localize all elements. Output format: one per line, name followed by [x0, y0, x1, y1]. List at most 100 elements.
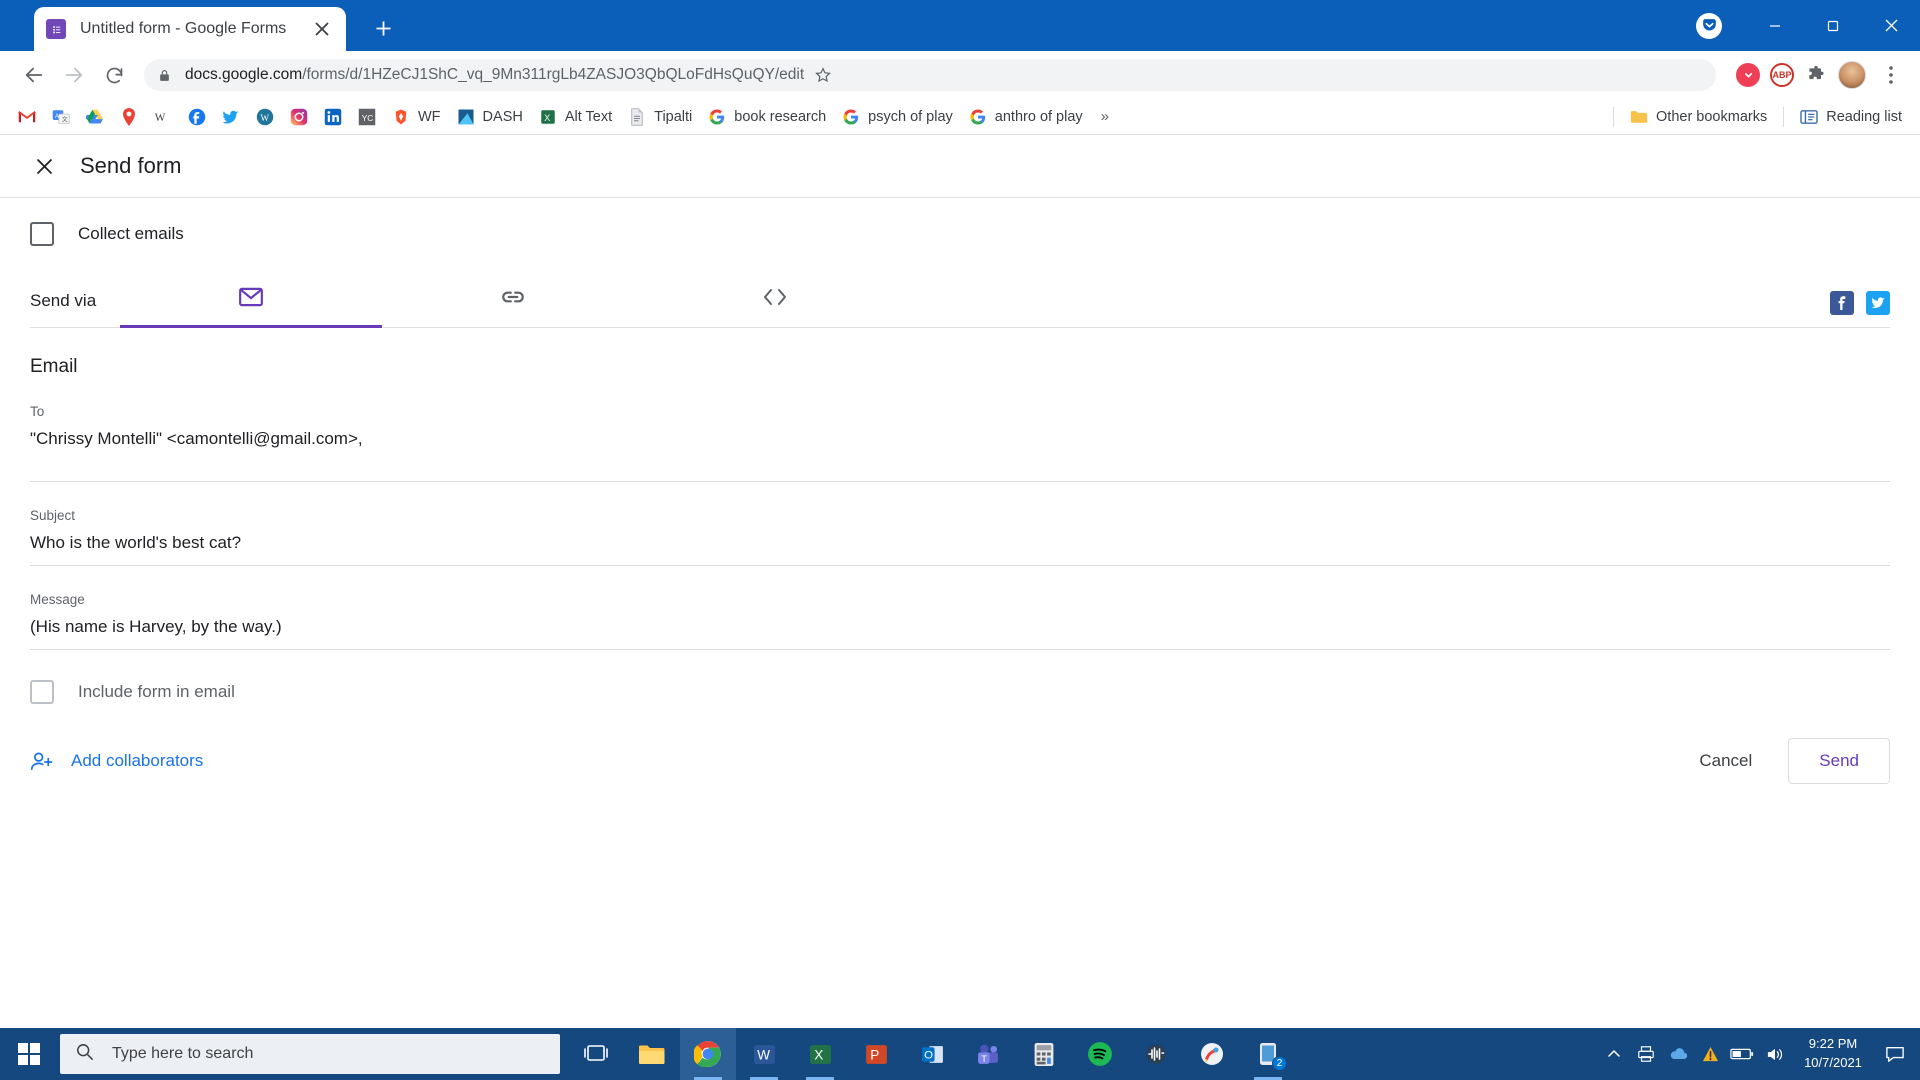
pocket-icon[interactable]: [1696, 12, 1722, 39]
microsoft-teams-icon[interactable]: T: [960, 1028, 1016, 1080]
close-window-button[interactable]: [1862, 0, 1920, 51]
field-label-message: Message: [30, 592, 85, 607]
facebook-icon: [188, 108, 206, 126]
new-tab-button[interactable]: [364, 9, 402, 47]
search-input[interactable]: Type here to search: [60, 1034, 560, 1074]
bookmark-item-psych-of-play[interactable]: psych of play: [834, 104, 961, 130]
svg-text:X: X: [814, 1047, 823, 1062]
file-explorer-icon[interactable]: [624, 1028, 680, 1080]
bookmark-item[interactable]: [282, 104, 316, 130]
microsoft-powerpoint-icon[interactable]: P: [848, 1028, 904, 1080]
bookmark-item[interactable]: W: [248, 104, 282, 130]
forward-arrow-icon[interactable]: [54, 55, 94, 95]
bookmark-item-tipalti[interactable]: Tipalti: [620, 104, 700, 130]
close-icon[interactable]: [310, 17, 334, 41]
google-icon: [842, 108, 860, 126]
maximize-button[interactable]: [1804, 0, 1862, 51]
bookmark-item[interactable]: A文: [44, 104, 78, 130]
microsoft-excel-icon[interactable]: X: [792, 1028, 848, 1080]
bookmarks-overflow-button[interactable]: »: [1091, 106, 1119, 127]
subject-input[interactable]: Who is the world's best cat?: [30, 523, 1890, 566]
windows-start-icon[interactable]: [0, 1028, 58, 1080]
microsoft-word-icon[interactable]: W: [736, 1028, 792, 1080]
browser-tab[interactable]: Untitled form - Google Forms: [34, 7, 346, 51]
url-path: /forms/d/1HZeCJ1ShC_vq_9Mn311rgLb4ZASJO3…: [302, 66, 805, 83]
cancel-button[interactable]: Cancel: [1681, 739, 1770, 783]
back-arrow-icon[interactable]: [14, 55, 54, 95]
adblock-plus-icon[interactable]: ABP: [1770, 63, 1794, 87]
bookmark-item[interactable]: [112, 104, 146, 130]
window-controls: [1696, 0, 1920, 51]
message-input[interactable]: (His name is Harvey, by the way.): [30, 607, 1890, 650]
bookmark-item-dash[interactable]: DASH: [449, 104, 531, 130]
google-drive-icon: [86, 108, 104, 126]
tab-link[interactable]: [382, 271, 644, 327]
paint-3d-icon[interactable]: [1184, 1028, 1240, 1080]
bookmark-star-icon[interactable]: [814, 66, 832, 84]
browser-toolbar: docs.google.com/forms/d/1HZeCJ1ShC_vq_9M…: [0, 51, 1920, 99]
dialog-actions: Add collaborators Cancel Send: [30, 738, 1890, 784]
include-form-label: Include form in email: [78, 682, 235, 701]
notification-badge: 2: [1272, 1056, 1287, 1071]
profile-avatar[interactable]: [1838, 61, 1866, 89]
minimize-button[interactable]: [1746, 0, 1804, 51]
battery-icon[interactable]: [1726, 1028, 1758, 1080]
send-button[interactable]: Send: [1788, 738, 1890, 784]
add-collaborators-button[interactable]: Add collaborators: [30, 743, 211, 780]
pocket-icon[interactable]: [1736, 63, 1760, 87]
tab-embed[interactable]: [644, 271, 906, 327]
taskbar-clock[interactable]: 9:22 PM 10/7/2021: [1790, 1035, 1876, 1073]
bookmark-item[interactable]: [78, 104, 112, 130]
audacity-icon[interactable]: [1128, 1028, 1184, 1080]
bookmark-item[interactable]: [214, 104, 248, 130]
facebook-share-icon[interactable]: [1830, 291, 1854, 315]
bookmark-item-alt-text[interactable]: X Alt Text: [531, 104, 620, 130]
extensions-puzzle-icon[interactable]: [1804, 63, 1828, 87]
show-hidden-icons-chevron[interactable]: [1598, 1028, 1630, 1080]
svg-text:X: X: [544, 112, 550, 122]
to-input[interactable]: "Chrissy Montelli" <camontelli@gmail.com…: [30, 419, 1890, 482]
bookmark-item-anthro-of-play[interactable]: anthro of play: [961, 104, 1091, 130]
antivirus-icon[interactable]: [1694, 1028, 1726, 1080]
bookmark-item[interactable]: [10, 104, 44, 130]
document-icon: [628, 107, 646, 126]
svg-text:W: W: [757, 1047, 770, 1062]
chrome-menu-icon[interactable]: [1876, 57, 1906, 93]
bookmark-item[interactable]: [316, 104, 350, 130]
google-chrome-icon[interactable]: [680, 1028, 736, 1080]
volume-icon[interactable]: [1758, 1028, 1790, 1080]
printer-icon[interactable]: [1630, 1028, 1662, 1080]
onedrive-icon[interactable]: [1662, 1028, 1694, 1080]
tab-email[interactable]: [120, 271, 382, 328]
bookmark-item-wf[interactable]: WF: [384, 104, 449, 130]
omnibox[interactable]: docs.google.com/forms/d/1HZeCJ1ShC_vq_9M…: [144, 59, 1716, 91]
calculator-icon[interactable]: [1016, 1028, 1072, 1080]
bookmark-label: book research: [734, 108, 827, 125]
bookmark-label: anthro of play: [994, 108, 1083, 125]
extension-icons: ABP: [1736, 57, 1906, 93]
bookmark-item[interactable]: W: [146, 104, 180, 130]
phone-link-icon[interactable]: 2: [1240, 1028, 1296, 1080]
spotify-icon[interactable]: [1072, 1028, 1128, 1080]
field-subject: Subject Who is the world's best cat?: [30, 508, 1890, 566]
reload-icon[interactable]: [94, 55, 134, 95]
include-form-checkbox[interactable]: [30, 680, 54, 704]
reading-list-button[interactable]: Reading list: [1792, 104, 1910, 130]
system-tray: 9:22 PM 10/7/2021: [1598, 1028, 1920, 1080]
collect-emails-checkbox[interactable]: [30, 222, 54, 246]
action-center-icon[interactable]: [1876, 1028, 1914, 1080]
other-bookmarks-button[interactable]: Other bookmarks: [1622, 104, 1775, 130]
bookmark-item-book-research[interactable]: book research: [700, 104, 834, 130]
include-form-row[interactable]: Include form in email: [30, 680, 1890, 704]
search-icon: [76, 1043, 94, 1066]
field-label-subject: Subject: [30, 508, 76, 523]
bookmark-item[interactable]: [180, 104, 214, 130]
primary-actions: Cancel Send: [1681, 738, 1890, 784]
twitter-share-icon[interactable]: [1866, 291, 1890, 315]
microsoft-outlook-icon[interactable]: O: [904, 1028, 960, 1080]
task-view-icon[interactable]: [568, 1028, 624, 1080]
close-x-icon[interactable]: [24, 146, 64, 186]
bookmark-item[interactable]: YC: [350, 104, 384, 130]
other-bookmarks-label: Other bookmarks: [1656, 108, 1768, 125]
collect-emails-row[interactable]: Collect emails: [30, 198, 1890, 270]
